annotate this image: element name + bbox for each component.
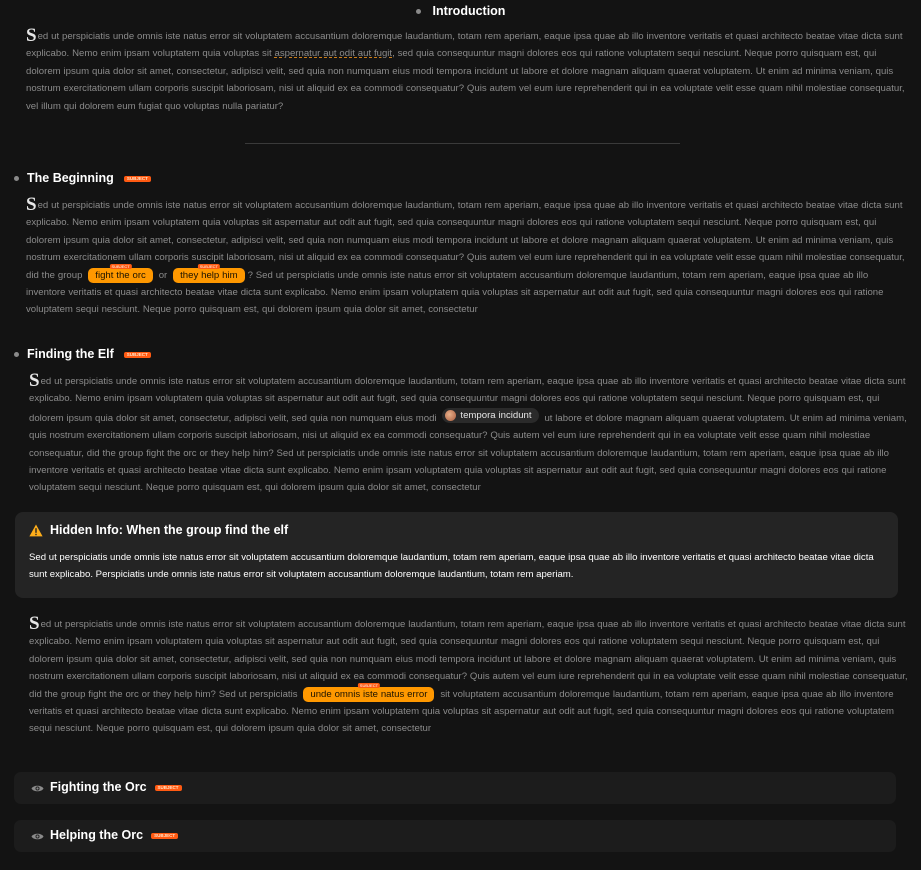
panel-helping-the-orc[interactable]: Helping the Orc SUBJECT (14, 820, 896, 852)
elf-text-b: ut labore et dolore magnam aliquam quaer… (29, 412, 907, 494)
bullet-icon (415, 9, 421, 15)
subject-tag: SUBJECT (123, 175, 151, 182)
elf-paragraph: Sed ut perspiciatis unde omnis iste natu… (29, 370, 909, 497)
choice-label: fight the orc (95, 269, 146, 281)
dropcap: S (29, 613, 40, 634)
subject-tag: SUBJECT (151, 833, 179, 839)
choice-label: unde omnis iste natus error (310, 688, 428, 700)
beginning-text-a: ed ut perspiciatis unde omnis iste natus… (26, 200, 905, 281)
panel-title: Helping the Orc (50, 828, 144, 843)
intro-heading: Introduction (0, 3, 921, 20)
intro-paragraph: Sed ut perspiciatis unde omnis iste natu… (26, 25, 906, 115)
beginning-paragraph: Sed ut perspiciatis unde omnis iste natu… (26, 194, 906, 319)
divider (245, 143, 680, 144)
chip-tag: SUBJECT (197, 263, 220, 269)
elf-title: Finding the Elf (27, 347, 114, 361)
dropcap: S (26, 25, 37, 46)
bullet-icon (14, 176, 19, 182)
subject-tag: SUBJECT (123, 351, 151, 358)
beginning-title: The Beginning (27, 171, 114, 185)
eye-icon (31, 833, 44, 839)
eye-icon (31, 785, 44, 791)
choice-chip-unde[interactable]: SUBJECT unde omnis iste natus error (303, 682, 435, 702)
underlined-text[interactable]: aspernatur aut odit aut fugit (275, 48, 393, 59)
bullet-icon (14, 352, 19, 358)
beginning-heading: The Beginning SUBJECT (14, 170, 151, 187)
panel-title: Fighting the Orc (50, 780, 147, 795)
dropcap: S (29, 370, 40, 391)
hidden-info-card: Hidden Info: When the group find the elf… (15, 512, 898, 598)
chip-tag: SUBJECT (357, 682, 381, 688)
intro-title: Introduction (432, 4, 506, 18)
choice-chip-fight[interactable]: SUBJECT fight the orc (88, 263, 153, 283)
panel-fighting-the-orc[interactable]: Fighting the Orc SUBJECT (14, 772, 896, 804)
subject-tag: SUBJECT (154, 785, 182, 791)
chip-tag: SUBJECT (109, 263, 132, 269)
after-text-a: ed ut perspiciatis unde omnis iste natus… (29, 619, 908, 700)
choice-label: they help him (180, 269, 238, 281)
avatar (445, 409, 457, 421)
hidden-info-title: Hidden Info: When the group find the elf (50, 523, 289, 537)
choice-chip-help[interactable]: SUBJECT they help him (173, 263, 245, 283)
link-label: tempora incidunt (460, 409, 532, 421)
after-card-paragraph: Sed ut perspiciatis unde omnis iste natu… (29, 613, 909, 738)
elf-heading: Finding the Elf SUBJECT (14, 346, 151, 363)
hidden-info-heading: Hidden Info: When the group find the elf (29, 521, 884, 539)
hidden-info-text: Sed ut perspiciatis unde omnis iste natu… (29, 552, 874, 581)
dropcap: S (26, 194, 37, 215)
or-text: or (158, 269, 168, 281)
character-link-chip[interactable]: tempora incidunt (442, 407, 539, 423)
warning-icon (29, 524, 43, 536)
beginning-text-b: ? Sed ut perspiciatis unde omnis iste na… (26, 269, 884, 316)
